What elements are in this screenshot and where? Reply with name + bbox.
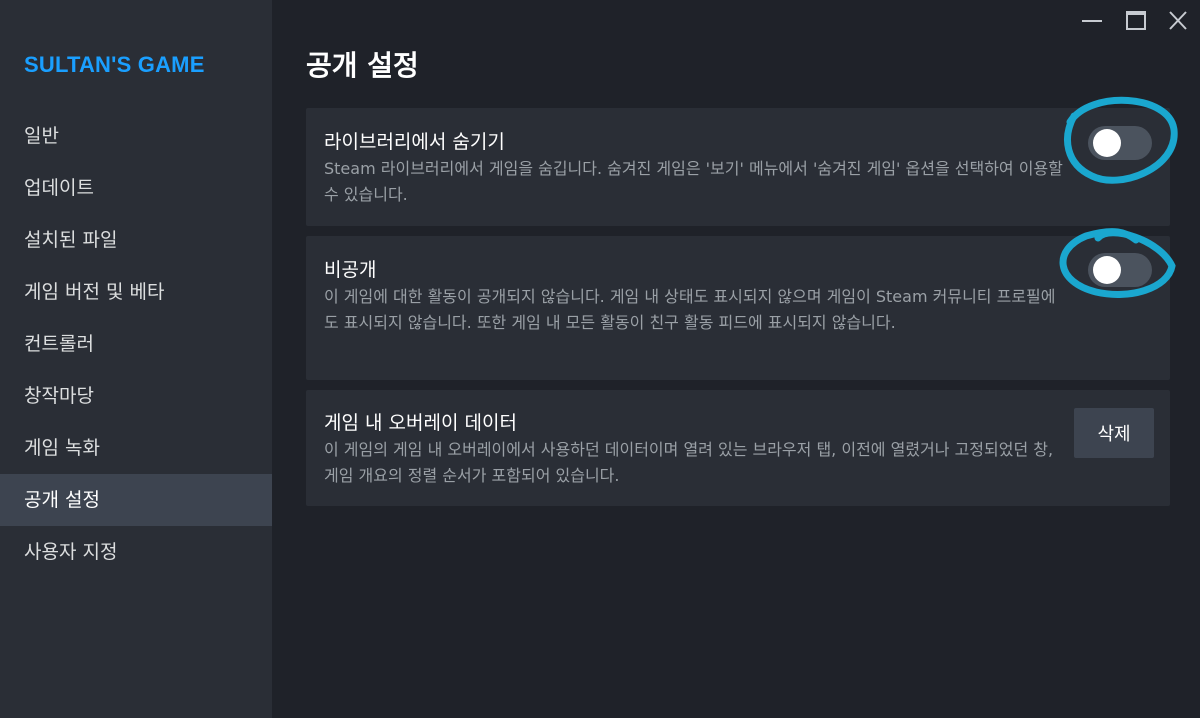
sidebar-item-customization[interactable]: 사용자 지정 xyxy=(0,526,272,578)
setting-title: 비공개 xyxy=(324,259,377,281)
setting-title: 라이브러리에서 숨기기 xyxy=(324,131,505,153)
sidebar-item-privacy[interactable]: 공개 설정 xyxy=(0,474,272,526)
game-title: SULTAN'S GAME xyxy=(24,52,205,77)
private-toggle[interactable] xyxy=(1088,253,1152,287)
toggle-knob xyxy=(1093,129,1121,157)
close-icon[interactable] xyxy=(1164,8,1192,34)
setting-title: 게임 내 오버레이 데이터 xyxy=(324,412,517,434)
setting-overlay-data: 게임 내 오버레이 데이터 이 게임의 게임 내 오버레이에서 사용하던 데이터… xyxy=(306,390,1170,506)
minimize-icon[interactable] xyxy=(1078,8,1106,34)
sidebar-item-installed-files[interactable]: 설치된 파일 xyxy=(0,214,272,266)
sidebar-item-updates[interactable]: 업데이트 xyxy=(0,162,272,214)
sidebar-item-betas[interactable]: 게임 버전 및 베타 xyxy=(0,266,272,318)
sidebar-item-general[interactable]: 일반 xyxy=(0,110,272,162)
sidebar-item-game-recording[interactable]: 게임 녹화 xyxy=(0,422,272,474)
delete-overlay-data-button[interactable]: 삭제 xyxy=(1074,408,1154,458)
setting-description: Steam 라이브러리에서 게임을 숨깁니다. 숨겨진 게임은 '보기' 메뉴에… xyxy=(324,159,1063,204)
page-title: 공개 설정 xyxy=(306,49,419,82)
sidebar-item-workshop[interactable]: 창작마당 xyxy=(0,370,272,422)
setting-hide-in-library: 라이브러리에서 숨기기 Steam 라이브러리에서 게임을 숨깁니다. 숨겨진 … xyxy=(306,108,1170,226)
sidebar: SULTAN'S GAME 일반 업데이트 설치된 파일 게임 버전 및 베타 … xyxy=(0,0,272,718)
maximize-icon[interactable] xyxy=(1122,8,1150,34)
setting-description: 이 게임에 대한 활동이 공개되지 않습니다. 게임 내 상태도 표시되지 않으… xyxy=(324,287,1056,332)
setting-description: 이 게임의 게임 내 오버레이에서 사용하던 데이터이며 열려 있는 브라우저 … xyxy=(324,440,1054,485)
sidebar-item-controller[interactable]: 컨트롤러 xyxy=(0,318,272,370)
toggle-knob xyxy=(1093,256,1121,284)
hide-in-library-toggle[interactable] xyxy=(1088,126,1152,160)
sidebar-nav: 일반 업데이트 설치된 파일 게임 버전 및 베타 컨트롤러 창작마당 게임 녹… xyxy=(0,110,272,578)
setting-private: 비공개 이 게임에 대한 활동이 공개되지 않습니다. 게임 내 상태도 표시되… xyxy=(306,236,1170,380)
